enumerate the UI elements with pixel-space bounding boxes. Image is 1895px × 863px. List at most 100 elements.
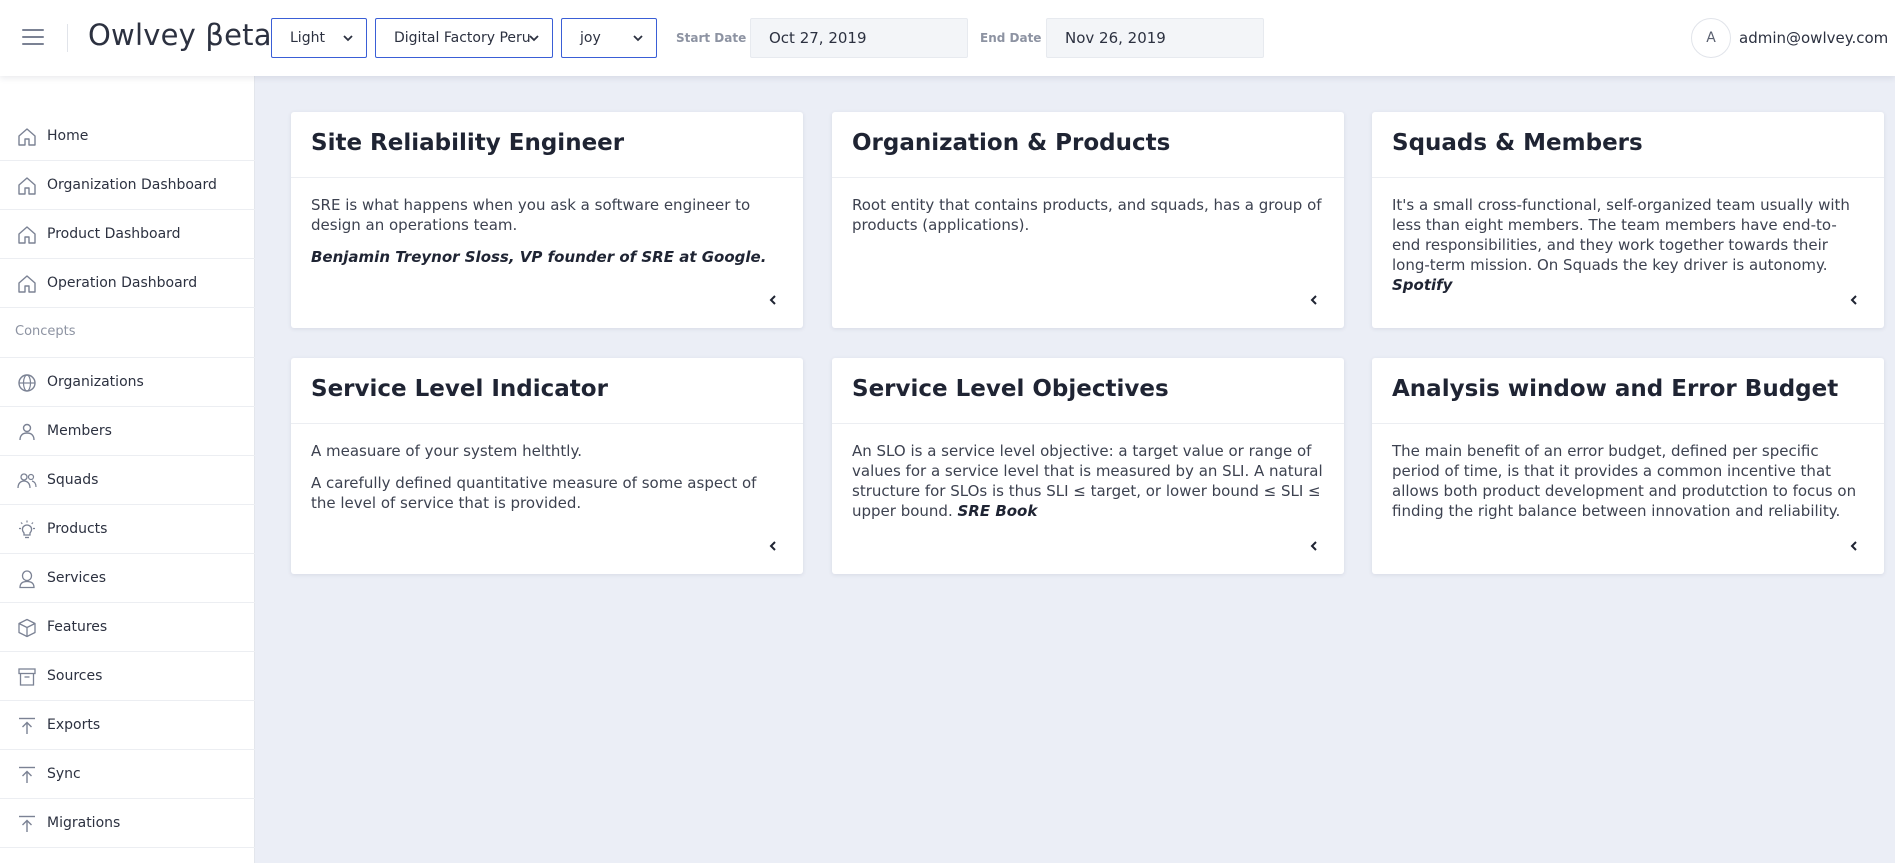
chevron-down-icon [529, 35, 539, 42]
start-date-input[interactable]: Oct 27, 2019 [750, 18, 968, 58]
organization-select[interactable]: Digital Factory Peru [375, 18, 553, 58]
sidebar-item-label: Home [47, 128, 89, 144]
card-title: Service Level Indicator [311, 376, 608, 402]
sidebar-item-label: Migrations [47, 815, 121, 831]
chevron-left-icon[interactable] [767, 540, 779, 552]
card-title: Site Reliability Engineer [311, 130, 625, 156]
sidebar-item-products[interactable]: Products [0, 505, 255, 554]
card-body: Root entity that contains products, and … [832, 178, 1344, 235]
sidebar-item-services[interactable]: Services [0, 554, 255, 603]
sidebar-item-product-dashboard[interactable]: Product Dashboard [0, 210, 255, 259]
card-header: Site Reliability Engineer [291, 112, 803, 178]
card-analysis-window-error-budget: Analysis window and Error Budget The mai… [1372, 358, 1884, 574]
card-organization-products: Organization & Products Root entity that… [832, 112, 1344, 328]
sidebar-item-label: Features [47, 619, 108, 635]
sidebar-item-features[interactable]: Features [0, 603, 255, 652]
app-title: Owlvey βeta [88, 18, 272, 52]
card-title: Service Level Objectives [852, 376, 1169, 402]
sidebar-item-label: Exports [47, 717, 101, 733]
user-email[interactable]: admin@owlvey.com [1739, 29, 1888, 47]
sidebar-item-organization-dashboard[interactable]: Organization Dashboard [0, 161, 255, 210]
card-service-level-indicator: Service Level Indicator A measuare of yo… [291, 358, 803, 574]
sidebar-item-label: Sync [47, 766, 81, 782]
chevron-down-icon [633, 35, 643, 42]
organization-select-value: Digital Factory Peru [394, 30, 531, 46]
card-body: It's a small cross-functional, self-orga… [1372, 178, 1884, 295]
card-title: Squads & Members [1392, 130, 1643, 156]
sidebar-item-label: Organization Dashboard [47, 177, 217, 193]
sidebar-item-label: Organizations [47, 374, 144, 390]
sidebar-item-exports[interactable]: Exports [0, 701, 255, 750]
card-squads-members: Squads & Members It's a small cross-func… [1372, 112, 1884, 328]
card-text: Root entity that contains products, and … [852, 196, 1322, 234]
home-icon [18, 226, 36, 244]
sidebar-item-sync[interactable]: Sync [0, 750, 255, 799]
sidebar: Home Organization Dashboard Product Dash… [0, 76, 255, 863]
card-text-wrapper: An SLO is a service level objective: a t… [852, 441, 1324, 521]
card-text: An SLO is a service level objective: a t… [852, 442, 1323, 520]
home-icon [18, 128, 36, 146]
end-date-input[interactable]: Nov 26, 2019 [1046, 18, 1264, 58]
sidebar-item-operation-dashboard[interactable]: Operation Dashboard [0, 259, 255, 308]
person-icon [19, 423, 35, 441]
upload-icon [19, 815, 35, 832]
chevron-left-icon[interactable] [1308, 294, 1320, 306]
card-text: The main benefit of an error budget, def… [1392, 442, 1857, 520]
sidebar-item-label: Operation Dashboard [47, 275, 198, 291]
theme-select[interactable]: Light [271, 18, 367, 58]
sidebar-item-organizations[interactable]: Organizations [0, 358, 255, 407]
card-body: A measuare of your system helthtly. A ca… [291, 424, 803, 513]
home-icon [18, 177, 36, 195]
card-text: SRE is what happens when you ask a softw… [311, 196, 751, 234]
bulb-icon [19, 520, 35, 539]
card-text-secondary: A carefully defined quantitative measure… [311, 474, 757, 512]
upload-icon [19, 766, 35, 783]
menu-toggle-icon[interactable] [22, 29, 44, 46]
card-site-reliability-engineer: Site Reliability Engineer SRE is what ha… [291, 112, 803, 328]
chevron-left-icon[interactable] [1848, 294, 1860, 306]
card-body: SRE is what happens when you ask a softw… [291, 178, 803, 267]
card-header: Service Level Objectives [832, 358, 1344, 424]
sidebar-item-label: Product Dashboard [47, 226, 181, 242]
avatar[interactable]: A [1691, 18, 1731, 58]
sidebar-item-members[interactable]: Members [0, 407, 255, 456]
card-text-wrapper: It's a small cross-functional, self-orga… [1392, 195, 1864, 295]
sidebar-item-label: Squads [47, 472, 99, 488]
service-person-icon [19, 570, 35, 589]
archive-icon [18, 668, 36, 686]
sidebar-item-label: Products [47, 521, 108, 537]
sidebar-item-squads[interactable]: Squads [0, 456, 255, 505]
card-title: Analysis window and Error Budget [1392, 376, 1839, 402]
card-quote: Spotify [1392, 276, 1453, 294]
chevron-left-icon[interactable] [1848, 540, 1860, 552]
chevron-left-icon[interactable] [1308, 540, 1320, 552]
cube-icon [18, 618, 36, 638]
chevron-down-icon [343, 35, 353, 42]
card-header: Organization & Products [832, 112, 1344, 178]
card-quote: Benjamin Treynor Sloss, VP founder of SR… [311, 248, 767, 266]
end-date-label: End Date [980, 31, 1042, 45]
card-text: It's a small cross-functional, self-orga… [1392, 196, 1850, 274]
card-title: Organization & Products [852, 130, 1171, 156]
sidebar-section-concepts: Concepts [15, 324, 76, 339]
card-body: The main benefit of an error budget, def… [1372, 424, 1884, 521]
card-quote: SRE Book [957, 502, 1038, 520]
sidebar-item-label: Services [47, 570, 107, 586]
card-body: An SLO is a service level objective: a t… [832, 424, 1344, 521]
card-service-level-objectives: Service Level Objectives An SLO is a ser… [832, 358, 1344, 574]
product-select[interactable]: joy [561, 18, 657, 58]
theme-select-value: Light [290, 30, 325, 46]
sidebar-item-sources[interactable]: Sources [0, 652, 255, 701]
sidebar-item-migrations[interactable]: Migrations [0, 799, 255, 848]
people-icon [17, 473, 37, 489]
home-icon [18, 275, 36, 293]
card-header: Squads & Members [1372, 112, 1884, 178]
brand-divider [67, 24, 68, 52]
sidebar-item-home[interactable]: Home [0, 112, 255, 161]
top-header: Owlvey βeta Light Digital Factory Peru j… [0, 0, 1895, 76]
sidebar-item-label: Sources [47, 668, 103, 684]
chevron-left-icon[interactable] [767, 294, 779, 306]
start-date-label: Start Date [676, 31, 747, 45]
globe-icon [18, 374, 36, 392]
card-header: Service Level Indicator [291, 358, 803, 424]
